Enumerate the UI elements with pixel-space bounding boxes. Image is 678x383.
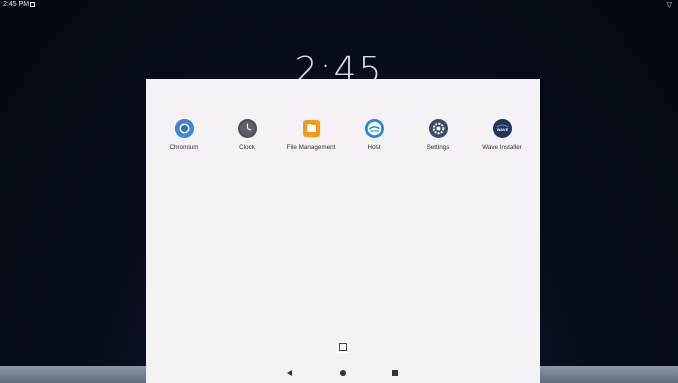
app-label: File Management [286,144,336,151]
status-bar: 2:45 PM ▽ [0,0,678,10]
app-host[interactable]: Host [339,119,409,151]
all-apps-button[interactable] [339,343,347,351]
notification-icon [30,2,35,7]
app-label: Host [367,144,381,151]
app-chromium[interactable]: Chromium [149,119,219,151]
chromium-icon [174,119,194,138]
navigation-bar [146,364,540,383]
back-icon[interactable] [287,370,292,376]
folder-icon [302,119,321,138]
wifi-icon: ▽ [666,2,672,9]
app-settings[interactable]: Settings [403,119,473,151]
app-clock[interactable]: Clock [212,119,282,151]
host-icon [364,119,384,138]
app-wave-installer[interactable]: WAVE Wave Installer [467,119,537,151]
app-label: Clock [239,144,255,151]
wave-installer-icon: WAVE [492,119,512,138]
app-label: Settings [426,144,450,151]
status-time: 2:45 PM [3,1,30,8]
clock-icon [237,119,257,138]
app-file-management[interactable]: File Management [276,119,346,151]
gear-icon [428,119,448,138]
app-label: Wave Installer [482,144,522,151]
overview-icon[interactable] [392,370,398,376]
app-label: Chromium [169,144,199,151]
app-drawer: Chromium Clock File Management Host Sett… [146,79,540,383]
app-grid: Chromium Clock File Management Host Sett… [146,119,540,159]
home-icon[interactable] [340,370,346,376]
wave-logo-text: WAVE [496,127,508,132]
